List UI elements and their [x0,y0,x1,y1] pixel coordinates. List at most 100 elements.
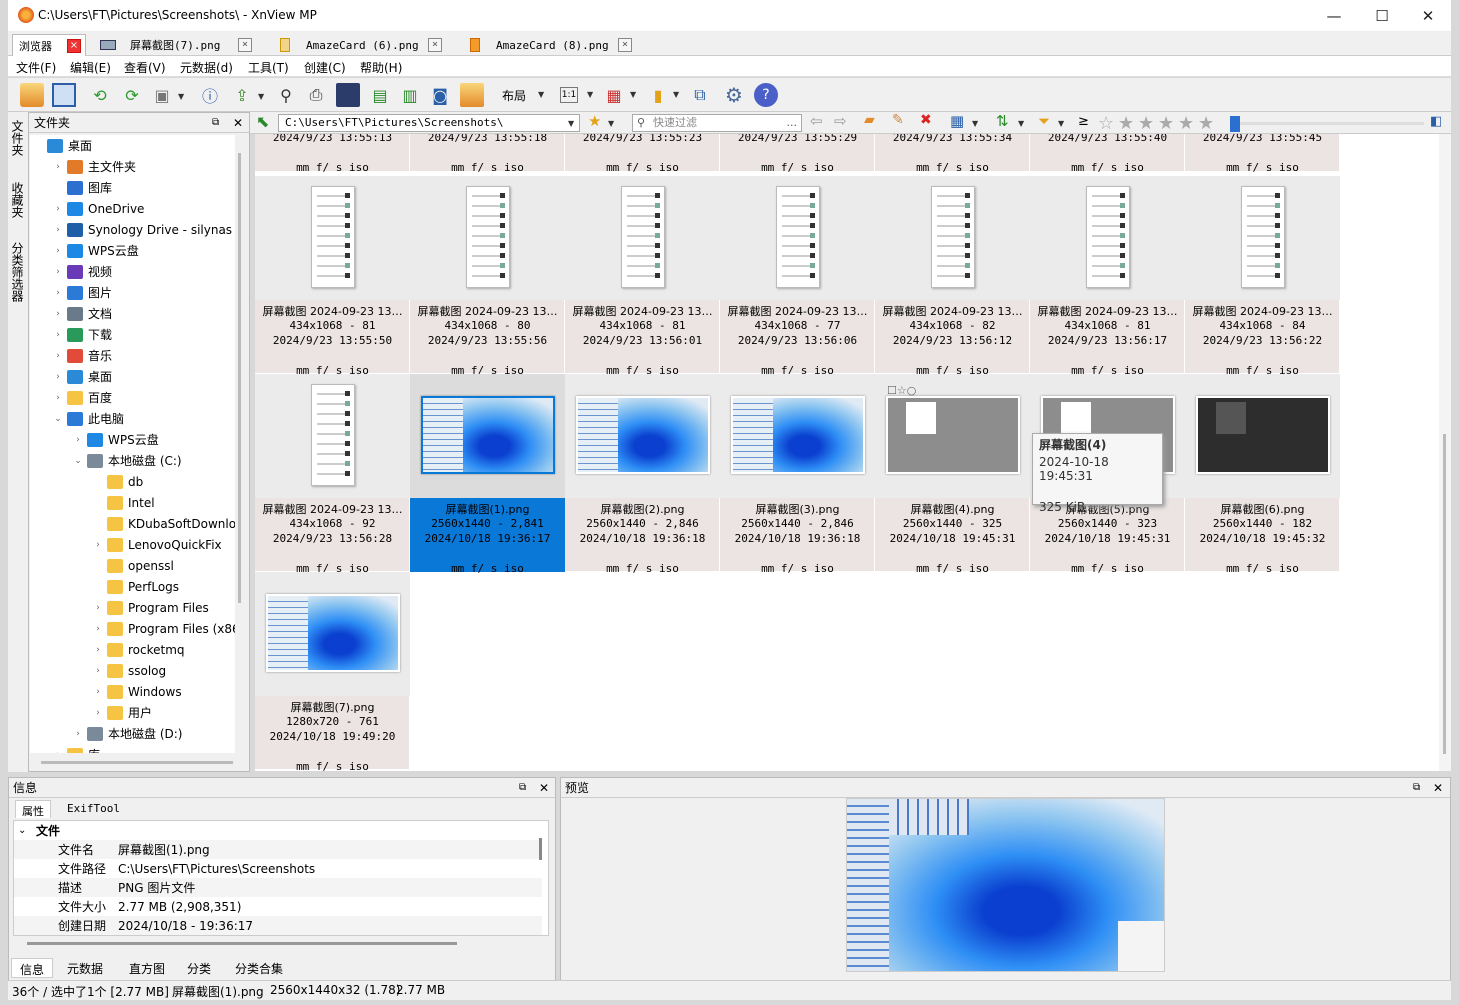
tree-node[interactable]: › LenovoQuickFix [92,534,222,555]
thumbnail-cell[interactable]: 屏幕截图 2024-09-23 13… 434x1068 - 81 2024/9/2… [1030,176,1185,377]
zoom-slider-track[interactable] [1240,122,1424,125]
chevron-right-icon[interactable]: › [92,666,104,676]
chevron-right-icon[interactable]: › [72,435,84,445]
chevron-right-icon[interactable]: › [52,225,64,235]
tree-node[interactable]: › Program Files (x86) [92,618,235,639]
tree-node[interactable]: › 图片 [52,282,112,303]
float-icon[interactable]: ⧉ [212,117,219,128]
tree-node[interactable]: › 用户 [92,702,152,723]
binoculars-icon[interactable]: ⚲ [274,83,298,107]
chevron-right-icon[interactable]: › [92,687,104,697]
chevron-down-icon[interactable]: ⌄ [52,414,64,424]
close-icon[interactable]: × [428,38,442,52]
export-icon[interactable]: ⇪ [230,83,254,107]
bookmark-icon[interactable]: ▮ [646,83,670,107]
tree-node[interactable]: ⌄ 本地磁盘 (C:) [72,450,182,471]
view-mode-icon[interactable]: ▦ [950,112,964,130]
tree-node[interactable]: › 本地磁盘 (D:) [72,723,182,744]
thumbnail-image[interactable] [720,374,875,498]
thumbnail-image[interactable] [255,572,410,696]
thumbnail-cell[interactable]: 2024/9/23 13:55:13 mm f/ s iso [255,134,410,174]
rotate-right-icon[interactable]: ⟳ [120,83,144,107]
rating-star-icon[interactable]: ★ [1138,113,1154,134]
thumbnail-cell[interactable]: 屏幕截图(2).png 2560x1440 - 2,846 2024/10/18 1… [565,374,720,575]
tree-node[interactable]: ›库 [52,744,100,753]
tree-node[interactable]: › OneDrive [52,198,144,219]
tree-node[interactable]: › Synology Drive - silynas [52,219,232,240]
scrollbar-thumb[interactable] [1443,434,1446,754]
chevron-down-icon[interactable]: ▼ [972,119,978,128]
menu-create[interactable]: 创建(C) [304,59,346,76]
chevron-down-icon[interactable]: ⌄ [72,456,84,466]
thumbnail-cell[interactable]: 屏幕截图 2024-09-23 13… 434x1068 - 80 2024/9/2… [410,176,565,377]
new-folder-icon[interactable]: ▰ [864,112,875,128]
rating-star-icon[interactable]: ★ [1118,113,1134,134]
sort-icon[interactable]: ⇅ [996,112,1009,130]
menu-file[interactable]: 文件(F) [16,59,56,76]
menu-help[interactable]: 帮助(H) [360,59,402,76]
thumbnail-cell[interactable]: 屏幕截图 2024-09-23 13… 434x1068 - 82 2024/9/2… [875,176,1030,377]
thumbnail-image[interactable] [410,176,565,300]
delete-icon[interactable]: ✖ [920,112,932,128]
chevron-down-icon[interactable]: ▼ [673,90,679,99]
thumbnail-image[interactable] [255,176,410,300]
grid-size-icon[interactable]: 1:1 [560,87,578,103]
preview-image[interactable] [846,798,1165,972]
tree-node[interactable]: db [92,471,143,492]
thumbnail-image[interactable] [255,374,410,498]
tree-node[interactable]: › 主文件夹 [52,156,136,177]
thumbnail-cell[interactable]: 屏幕截图 2024-09-23 13… 434x1068 - 92 2024/9/2… [255,374,410,575]
bottom-tab-category-sets[interactable]: 分类合集 [227,958,291,978]
chevron-down-icon[interactable]: ▼ [258,92,264,101]
side-tab-category-filter[interactable]: 分类筛选器 [10,242,26,302]
tab-browser[interactable]: 浏览器 × [12,34,86,56]
fullscreen-icon[interactable] [52,83,76,107]
close-icon[interactable]: × [67,39,81,53]
tree-node[interactable]: › Windows [92,681,182,702]
tree-node[interactable]: › 桌面 [52,366,112,387]
thumbnail-overlay-icons[interactable]: ☐☆○ [887,384,916,397]
maximize-button[interactable]: ☐ [1359,0,1405,32]
tree-node[interactable]: › ssolog [92,660,166,681]
tree-node[interactable]: Intel [92,492,155,513]
close-icon[interactable]: ✕ [1433,781,1443,795]
section-header[interactable]: ⌄ 文件 [14,821,542,840]
tree-node[interactable]: 桌面 [32,135,92,156]
compare-icon[interactable]: ⧉ [688,83,712,107]
thumbnail-cell[interactable]: 2024/9/23 13:55:40 mm f/ s iso [1030,134,1185,174]
close-icon[interactable]: ✕ [233,116,243,130]
tree-node[interactable]: › WPS云盘 [52,240,139,261]
menu-tools[interactable]: 工具(T) [248,59,289,76]
chevron-right-icon[interactable]: › [52,162,64,172]
rename-icon[interactable]: ✎ [892,112,904,128]
menu-view[interactable]: 查看(V) [124,59,166,76]
float-icon[interactable]: ⧉ [1413,782,1420,793]
tree-node[interactable]: KDubaSoftDownloads [92,513,235,534]
chevron-right-icon[interactable]: › [52,372,64,382]
property-row[interactable]: 文件大小 2.77 MB (2,908,351) [14,897,542,916]
close-icon[interactable]: × [618,38,632,52]
thumbnail-cell[interactable]: 屏幕截图(3).png 2560x1440 - 2,846 2024/10/18 1… [720,374,875,575]
tree-node[interactable]: › 文档 [52,303,112,324]
tab-file[interactable]: 屏幕截图(7).png × [94,34,262,56]
rating-star-icon[interactable]: ★ [1178,113,1194,134]
close-icon[interactable]: ✕ [539,781,549,795]
thumbnail-cell[interactable]: 屏幕截图 2024-09-23 13… 434x1068 - 81 2024/9/2… [255,176,410,377]
thumbnail-image[interactable] [720,176,875,300]
chevron-right-icon[interactable]: › [52,204,64,214]
close-icon[interactable]: × [238,38,252,52]
chevron-right-icon[interactable]: › [92,603,104,613]
thumbnail-cell[interactable]: 2024/9/23 13:55:29 mm f/ s iso [720,134,875,174]
property-row[interactable]: 描述 PNG 图片文件 [14,878,542,897]
chevron-down-icon[interactable]: ▼ [178,92,184,101]
chevron-down-icon[interactable]: ▼ [568,119,574,128]
tree-node[interactable]: › 视频 [52,261,112,282]
side-tab-favorites[interactable]: 收藏夹 [10,182,26,218]
tree-node[interactable]: › 音乐 [52,345,112,366]
chevron-down-icon[interactable]: ▼ [587,90,593,99]
thumbnail-cell[interactable]: 屏幕截图(1).png 2560x1440 - 2,841 2024/10/18 1… [410,374,565,575]
tree-node[interactable]: 图库 [52,177,112,198]
thumbnail-image[interactable] [1185,374,1340,498]
filter-icon[interactable]: ⏷ [1038,112,1050,130]
chevron-down-icon[interactable]: ▼ [538,90,544,99]
